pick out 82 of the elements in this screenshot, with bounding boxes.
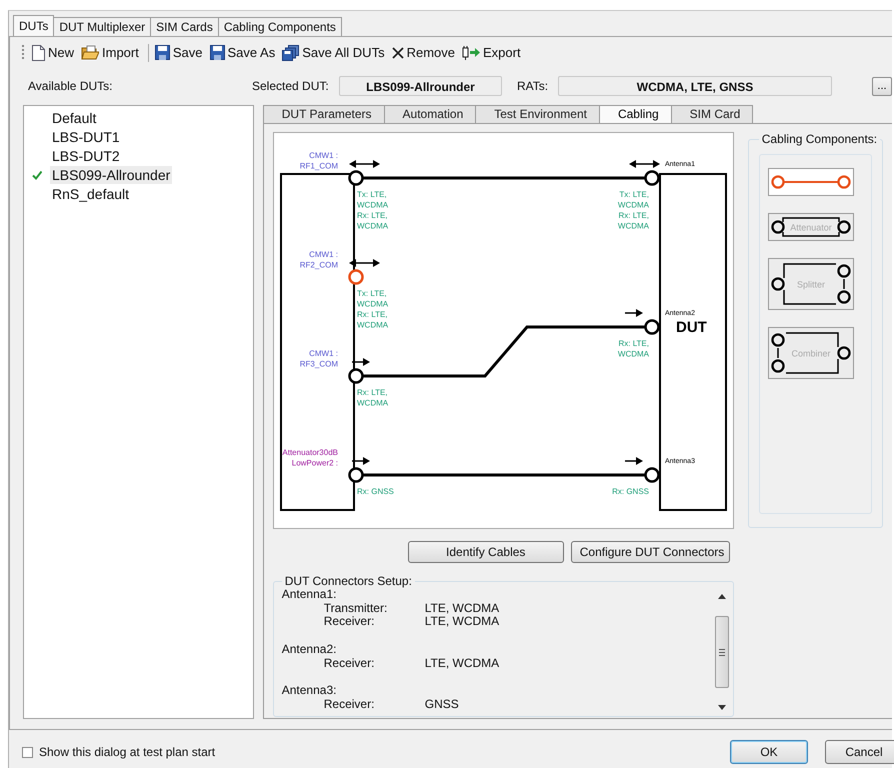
- scroll-up-icon[interactable]: [718, 594, 726, 599]
- field-label: Available DUTs:: [28, 79, 114, 93]
- role-label: Transmitter:: [324, 602, 388, 616]
- document-icon: [32, 44, 45, 60]
- scrollbar-thumb[interactable]: [714, 616, 729, 688]
- tab[interactable]: DUT Parameters: [262, 105, 385, 123]
- list-item[interactable]: LBS-DUT2: [50, 146, 122, 164]
- tab[interactable]: Cabling Components: [218, 17, 342, 36]
- port-label: Attenuator30dB LowPower2 :: [282, 448, 338, 468]
- checkbox[interactable]: [22, 746, 33, 758]
- rat-value: GNSS: [424, 698, 459, 712]
- rat-value: LTE, WCDMA: [424, 602, 500, 616]
- cable-tile[interactable]: [768, 168, 854, 196]
- role-label: Receiver:: [324, 656, 376, 670]
- antenna-name: Antenna3:: [282, 684, 338, 698]
- action-button[interactable]: Identify Cables: [408, 541, 564, 563]
- list-item[interactable]: RnS_default: [50, 184, 132, 202]
- toolbar-button[interactable]: Import: [81, 45, 144, 60]
- toolbar-button[interactable]: Save: [154, 45, 208, 60]
- port-label: CMW1 : RF1_COM: [300, 151, 338, 170]
- list-item[interactable]: LBS099-Allrounder: [50, 166, 172, 184]
- rat-value: LTE, WCDMA: [424, 615, 500, 630]
- direction-arrow: [352, 358, 370, 366]
- antenna-name: Antenna2:: [282, 642, 338, 656]
- toolbar-button[interactable]: Save All DUTs: [282, 44, 390, 60]
- signal-label: Tx: LTE, WCDMA Rx: LTE, WCDMA: [356, 190, 388, 230]
- role-label: Receiver:: [324, 615, 376, 630]
- tab[interactable]: Automation: [384, 105, 476, 123]
- antenna-name: Antenna1:: [282, 588, 338, 602]
- direction-arrow: [352, 457, 370, 465]
- rats-field[interactable]: WCDMA, LTE, GNSS: [558, 76, 832, 96]
- dialog-button[interactable]: OK: [730, 740, 808, 764]
- toolbar-button[interactable]: Remove: [392, 45, 460, 60]
- floppies-icon: [282, 44, 300, 60]
- plug-arrow-icon: [462, 45, 480, 60]
- component-label: Combiner: [791, 348, 830, 358]
- group-title: DUT Connectors Setup:: [284, 574, 413, 588]
- signal-label: Rx: LTE, WCDMA: [618, 339, 649, 358]
- field-label: Selected DUT:: [252, 79, 330, 93]
- signal-label: Tx: LTE, WCDMA Rx: LTE, WCDMA: [356, 289, 388, 330]
- connector: [644, 319, 660, 335]
- checkbox-label[interactable]: Show this dialog at test plan start: [39, 745, 216, 759]
- selected-dut-field[interactable]: LBS099-Allrounder: [339, 76, 502, 96]
- toolbar-button[interactable]: New: [32, 44, 80, 60]
- tab[interactable]: DUT Multiplexer: [53, 17, 152, 36]
- role-label: Receiver:: [324, 698, 376, 712]
- direction-arrow: [624, 457, 643, 465]
- list-item[interactable]: LBS-DUT1: [50, 128, 122, 146]
- direction-arrow: [624, 309, 643, 317]
- group-title: Cabling Components:: [760, 132, 878, 146]
- component-label: Splitter: [796, 280, 825, 290]
- port-label: CMW1 : RF3_COM: [300, 349, 338, 368]
- action-button[interactable]: Configure DUT Connectors: [570, 541, 730, 563]
- cross-icon: [392, 46, 404, 58]
- direction-arrow: [628, 160, 660, 168]
- floppy-icon: [154, 45, 170, 60]
- dut-list[interactable]: Default LBS-DUT1 LBS-DUT2 LBS099-Allrounder RnS_default: [23, 105, 254, 719]
- signal-label: Rx: LTE, WCDMA: [356, 388, 388, 408]
- connector: [644, 467, 660, 483]
- component-label: Attenuator: [790, 222, 832, 232]
- folder-icon: [81, 45, 100, 60]
- tab[interactable]: Cabling: [598, 105, 672, 123]
- tab[interactable]: SIM Card: [670, 105, 754, 123]
- toolbar-button[interactable]: Export: [462, 45, 526, 60]
- signal-label: Rx: GNSS: [356, 487, 394, 496]
- toolbar-button[interactable]: Save As: [210, 45, 280, 60]
- tab[interactable]: Test Environment: [475, 105, 600, 123]
- field-label: RATs:: [517, 79, 550, 93]
- port-label: CMW1 : RF2_COM: [300, 250, 338, 270]
- device-label: DUT: [676, 319, 707, 336]
- floppy-icon: [210, 45, 224, 60]
- direction-arrow: [348, 259, 380, 267]
- direction-arrow: [348, 160, 380, 168]
- rat-value: LTE, WCDMA: [424, 656, 500, 670]
- browse-button[interactable]: ...: [872, 76, 892, 96]
- list-item[interactable]: Default: [50, 108, 98, 126]
- tab[interactable]: DUTs: [13, 15, 54, 36]
- connector: [644, 170, 660, 186]
- signal-label: Rx: GNSS: [612, 487, 649, 496]
- dialog-button[interactable]: Cancel: [825, 740, 894, 764]
- scroll-down-icon[interactable]: [718, 705, 726, 710]
- signal-label: Tx: LTE, WCDMA Rx: LTE, WCDMA: [618, 190, 649, 230]
